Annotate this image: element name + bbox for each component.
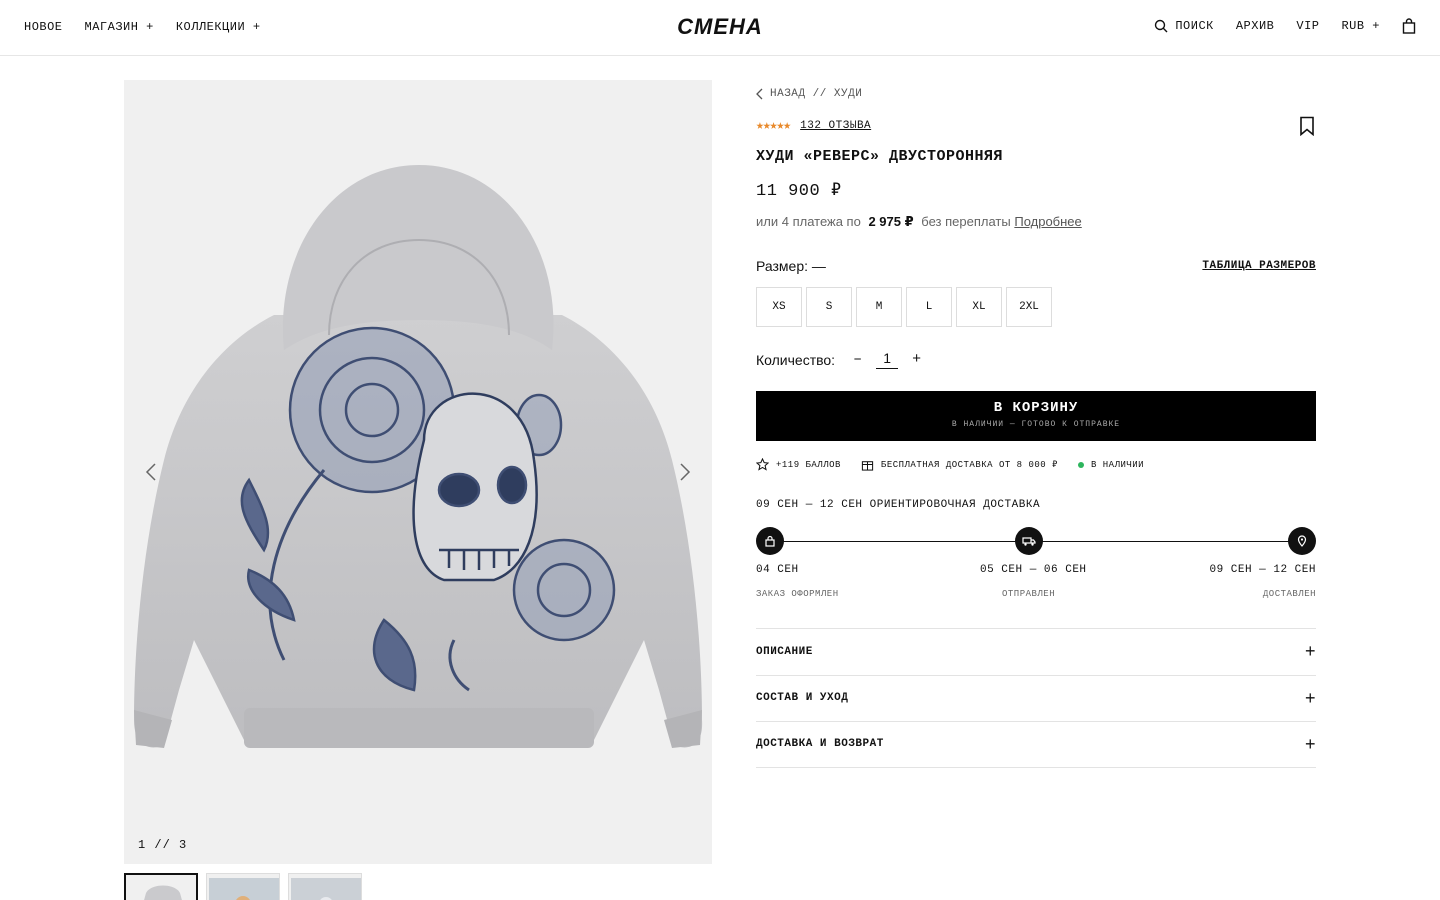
delivery-estimate-title: 09 СЕН — 12 СЕН ОРИЕНТИРОВОЧНАЯ ДОСТАВКА bbox=[756, 499, 1041, 511]
expand-plus-icon: + bbox=[1304, 733, 1316, 754]
size-selector: XS S M L XL 2XL bbox=[756, 287, 1052, 327]
reviews-link[interactable]: 132 ОТЗЫВА bbox=[800, 120, 871, 132]
size-option-m[interactable]: M bbox=[856, 287, 902, 327]
product-price: 11 900 ₽ bbox=[756, 182, 842, 201]
expand-plus-icon: + bbox=[1304, 641, 1316, 662]
bookmark-icon[interactable] bbox=[1298, 116, 1316, 136]
installments-suffix: без переплаты bbox=[921, 214, 1011, 229]
size-option-xl[interactable]: XL bbox=[956, 287, 1002, 327]
thumbnail-1[interactable] bbox=[124, 873, 198, 900]
breadcrumb-label: НАЗАД // ХУДИ bbox=[770, 88, 863, 100]
perk-free-delivery-label: БЕСПЛАТНАЯ ДОСТАВКА ОТ 8 000 ₽ bbox=[880, 459, 1058, 470]
product-perks: +119 БАЛЛОВ БЕСПЛАТНАЯ ДОСТАВКА ОТ 8 000… bbox=[756, 458, 1164, 471]
installments-info: или 4 платежа по 2 975 ₽ без переплаты П… bbox=[756, 214, 1082, 230]
prev-image-arrow-icon[interactable] bbox=[140, 460, 164, 484]
cart-bag-icon[interactable] bbox=[1402, 18, 1416, 34]
thumbnail-2[interactable] bbox=[206, 873, 280, 900]
search-button[interactable]: ПОИСК bbox=[1154, 19, 1214, 33]
add-to-cart-button[interactable]: В КОРЗИНУ В НАЛИЧИИ — ГОТОВО К ОТПРАВКЕ bbox=[756, 391, 1316, 441]
star-outline-icon bbox=[756, 458, 769, 471]
breadcrumb[interactable]: НАЗАД // ХУДИ bbox=[756, 88, 862, 100]
expand-plus-icon: + bbox=[1304, 687, 1316, 708]
product-accordion: ОПИСАНИЕ + СОСТАВ И УХОД + ДОСТАВКА И ВО… bbox=[756, 628, 1316, 768]
chevron-left-icon bbox=[756, 88, 763, 100]
size-option-xs[interactable]: XS bbox=[756, 287, 802, 327]
thumbnail-strip bbox=[124, 873, 362, 900]
lock-icon bbox=[756, 527, 784, 555]
add-to-cart-label: В КОРЗИНУ bbox=[993, 400, 1079, 416]
in-stock-dot-icon bbox=[1077, 461, 1084, 468]
installment-amount: 2 975 ₽ bbox=[868, 214, 914, 229]
product-image[interactable]: 1 // 3 bbox=[124, 80, 712, 864]
next-image-arrow-icon[interactable] bbox=[672, 460, 696, 484]
accordion-composition-care[interactable]: СОСТАВ И УХОД + bbox=[756, 674, 1316, 722]
thumbnail-3[interactable] bbox=[288, 873, 362, 900]
timeline-label-ordered: ЗАКАЗ ОФОРМЛЕН bbox=[756, 589, 839, 599]
quantity-label: Количество: bbox=[756, 351, 836, 368]
truck-icon bbox=[1015, 527, 1043, 555]
size-table-link[interactable]: ТАБЛИЦА РАЗМЕРОВ bbox=[1202, 260, 1316, 272]
installments-prefix: или 4 платежа по bbox=[756, 214, 861, 229]
nav-archive[interactable]: АРХИВ bbox=[1236, 19, 1275, 33]
timeline-label-delivered: ДОСТАВЛЕН bbox=[1262, 589, 1316, 599]
search-label: ПОИСК bbox=[1175, 19, 1214, 33]
image-counter: 1 // 3 bbox=[138, 838, 188, 852]
accordion-description-label: ОПИСАНИЕ bbox=[756, 645, 813, 658]
hoodie-image bbox=[134, 165, 703, 748]
delivery-timeline: 04 СЕН 05 СЕН — 06 СЕН 09 СЕН — 12 СЕН З… bbox=[756, 527, 1316, 607]
size-option-l[interactable]: L bbox=[906, 287, 952, 327]
quantity-decrease-button[interactable]: – bbox=[853, 351, 862, 368]
currency-selector[interactable]: RUB + bbox=[1341, 19, 1380, 33]
perk-free-delivery: БЕСПЛАТНАЯ ДОСТАВКА ОТ 8 000 ₽ bbox=[861, 458, 1058, 471]
installments-more-link[interactable]: Подробнее bbox=[1014, 214, 1081, 229]
add-to-cart-sublabel: В НАЛИЧИИ — ГОТОВО К ОТПРАВКЕ bbox=[951, 420, 1121, 429]
accordion-delivery-returns[interactable]: ДОСТАВКА И ВОЗВРАТ + bbox=[756, 721, 1316, 768]
site-header: НОВОЕ МАГАЗИН + КОЛЛЕКЦИИ + СМЕНА ПОИСК … bbox=[0, 0, 1440, 56]
timeline-date-shipped: 05 СЕН — 06 СЕН bbox=[980, 564, 1087, 576]
timeline-date-delivered: 09 СЕН — 12 СЕН bbox=[1209, 564, 1316, 576]
quantity-increase-button[interactable]: + bbox=[912, 351, 921, 368]
gift-box-icon bbox=[861, 461, 874, 471]
perk-points-label: +119 БАЛЛОВ bbox=[776, 459, 841, 470]
quantity-value[interactable]: 1 bbox=[876, 350, 899, 369]
size-option-s[interactable]: S bbox=[806, 287, 852, 327]
perk-in-stock: В НАЛИЧИИ bbox=[1077, 459, 1145, 470]
rating: ★★★★★ 132 ОТЗЫВА bbox=[756, 118, 871, 133]
perk-in-stock-label: В НАЛИЧИИ bbox=[1090, 459, 1145, 470]
timeline-label-shipped: ОТПРАВЛЕН bbox=[1002, 589, 1056, 599]
accordion-description[interactable]: ОПИСАНИЕ + bbox=[756, 628, 1316, 675]
nav-vip[interactable]: VIP bbox=[1296, 19, 1319, 33]
size-option-2xl[interactable]: 2XL bbox=[1006, 287, 1052, 327]
product-title: ХУДИ «РЕВЕРС» ДВУСТОРОННЯЯ bbox=[756, 148, 1004, 165]
quantity-stepper: Количество: – 1 + bbox=[756, 350, 921, 369]
perk-points: +119 БАЛЛОВ bbox=[756, 458, 841, 471]
pin-icon bbox=[1288, 527, 1316, 555]
size-label: Размер: — bbox=[756, 258, 826, 274]
timeline-date-ordered: 04 СЕН bbox=[756, 564, 799, 576]
rating-stars-icon: ★★★★★ bbox=[756, 118, 791, 133]
accordion-delivery-label: ДОСТАВКА И ВОЗВРАТ bbox=[756, 738, 884, 751]
search-icon bbox=[1155, 19, 1168, 33]
accordion-composition-label: СОСТАВ И УХОД bbox=[756, 692, 849, 705]
utility-nav: ПОИСК АРХИВ VIP RUB + bbox=[1154, 18, 1416, 34]
